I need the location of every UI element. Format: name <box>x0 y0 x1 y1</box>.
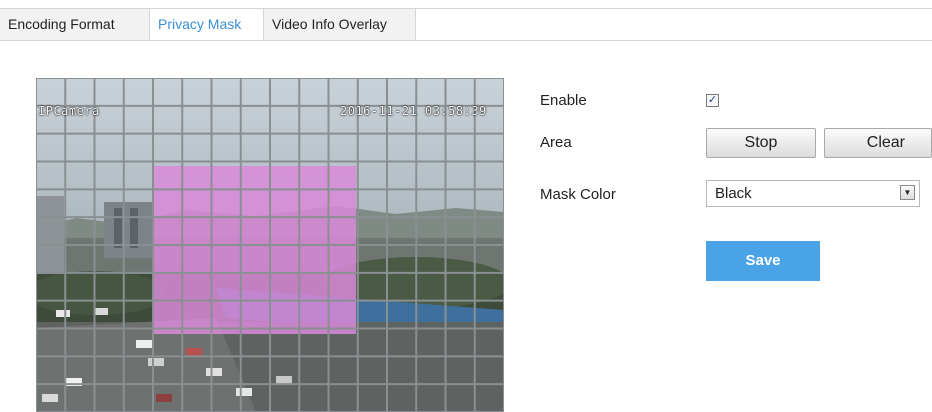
tab-privacy-mask[interactable]: Privacy Mask <box>150 9 264 40</box>
mask-color-value: Black <box>715 185 752 202</box>
clear-button[interactable]: Clear <box>824 128 932 158</box>
building-left <box>36 196 64 276</box>
car <box>148 358 164 366</box>
car <box>136 340 152 348</box>
car <box>156 394 172 402</box>
osd-camera-name: IPCamera <box>38 104 100 118</box>
tab-bar: Encoding Format Privacy Mask Video Info … <box>0 8 932 41</box>
enable-checkbox[interactable]: ✓ <box>706 94 719 107</box>
chevron-down-icon[interactable]: ▼ <box>900 185 915 200</box>
save-button[interactable]: Save <box>706 241 820 281</box>
car <box>94 308 108 315</box>
building-center <box>104 202 152 258</box>
car <box>276 376 292 384</box>
stop-button[interactable]: Stop <box>706 128 816 158</box>
area-label: Area <box>540 134 572 151</box>
enable-label: Enable <box>540 92 587 109</box>
car <box>42 394 58 402</box>
video-preview[interactable] <box>36 78 504 412</box>
video-canvas[interactable] <box>36 78 504 412</box>
building-window-column <box>114 208 122 248</box>
car <box>236 388 252 396</box>
mask-color-label: Mask Color <box>540 186 616 203</box>
osd-datetime: 2016-11-21 03:58:39 <box>340 104 487 118</box>
tab-encoding-format[interactable]: Encoding Format <box>0 9 150 40</box>
building-window-column <box>130 208 138 248</box>
tab-video-info-overlay[interactable]: Video Info Overlay <box>264 9 416 40</box>
car <box>206 368 222 376</box>
check-icon: ✓ <box>707 94 718 106</box>
car <box>186 348 202 356</box>
car <box>56 310 70 317</box>
mask-color-select[interactable]: Black ▼ <box>706 180 920 207</box>
